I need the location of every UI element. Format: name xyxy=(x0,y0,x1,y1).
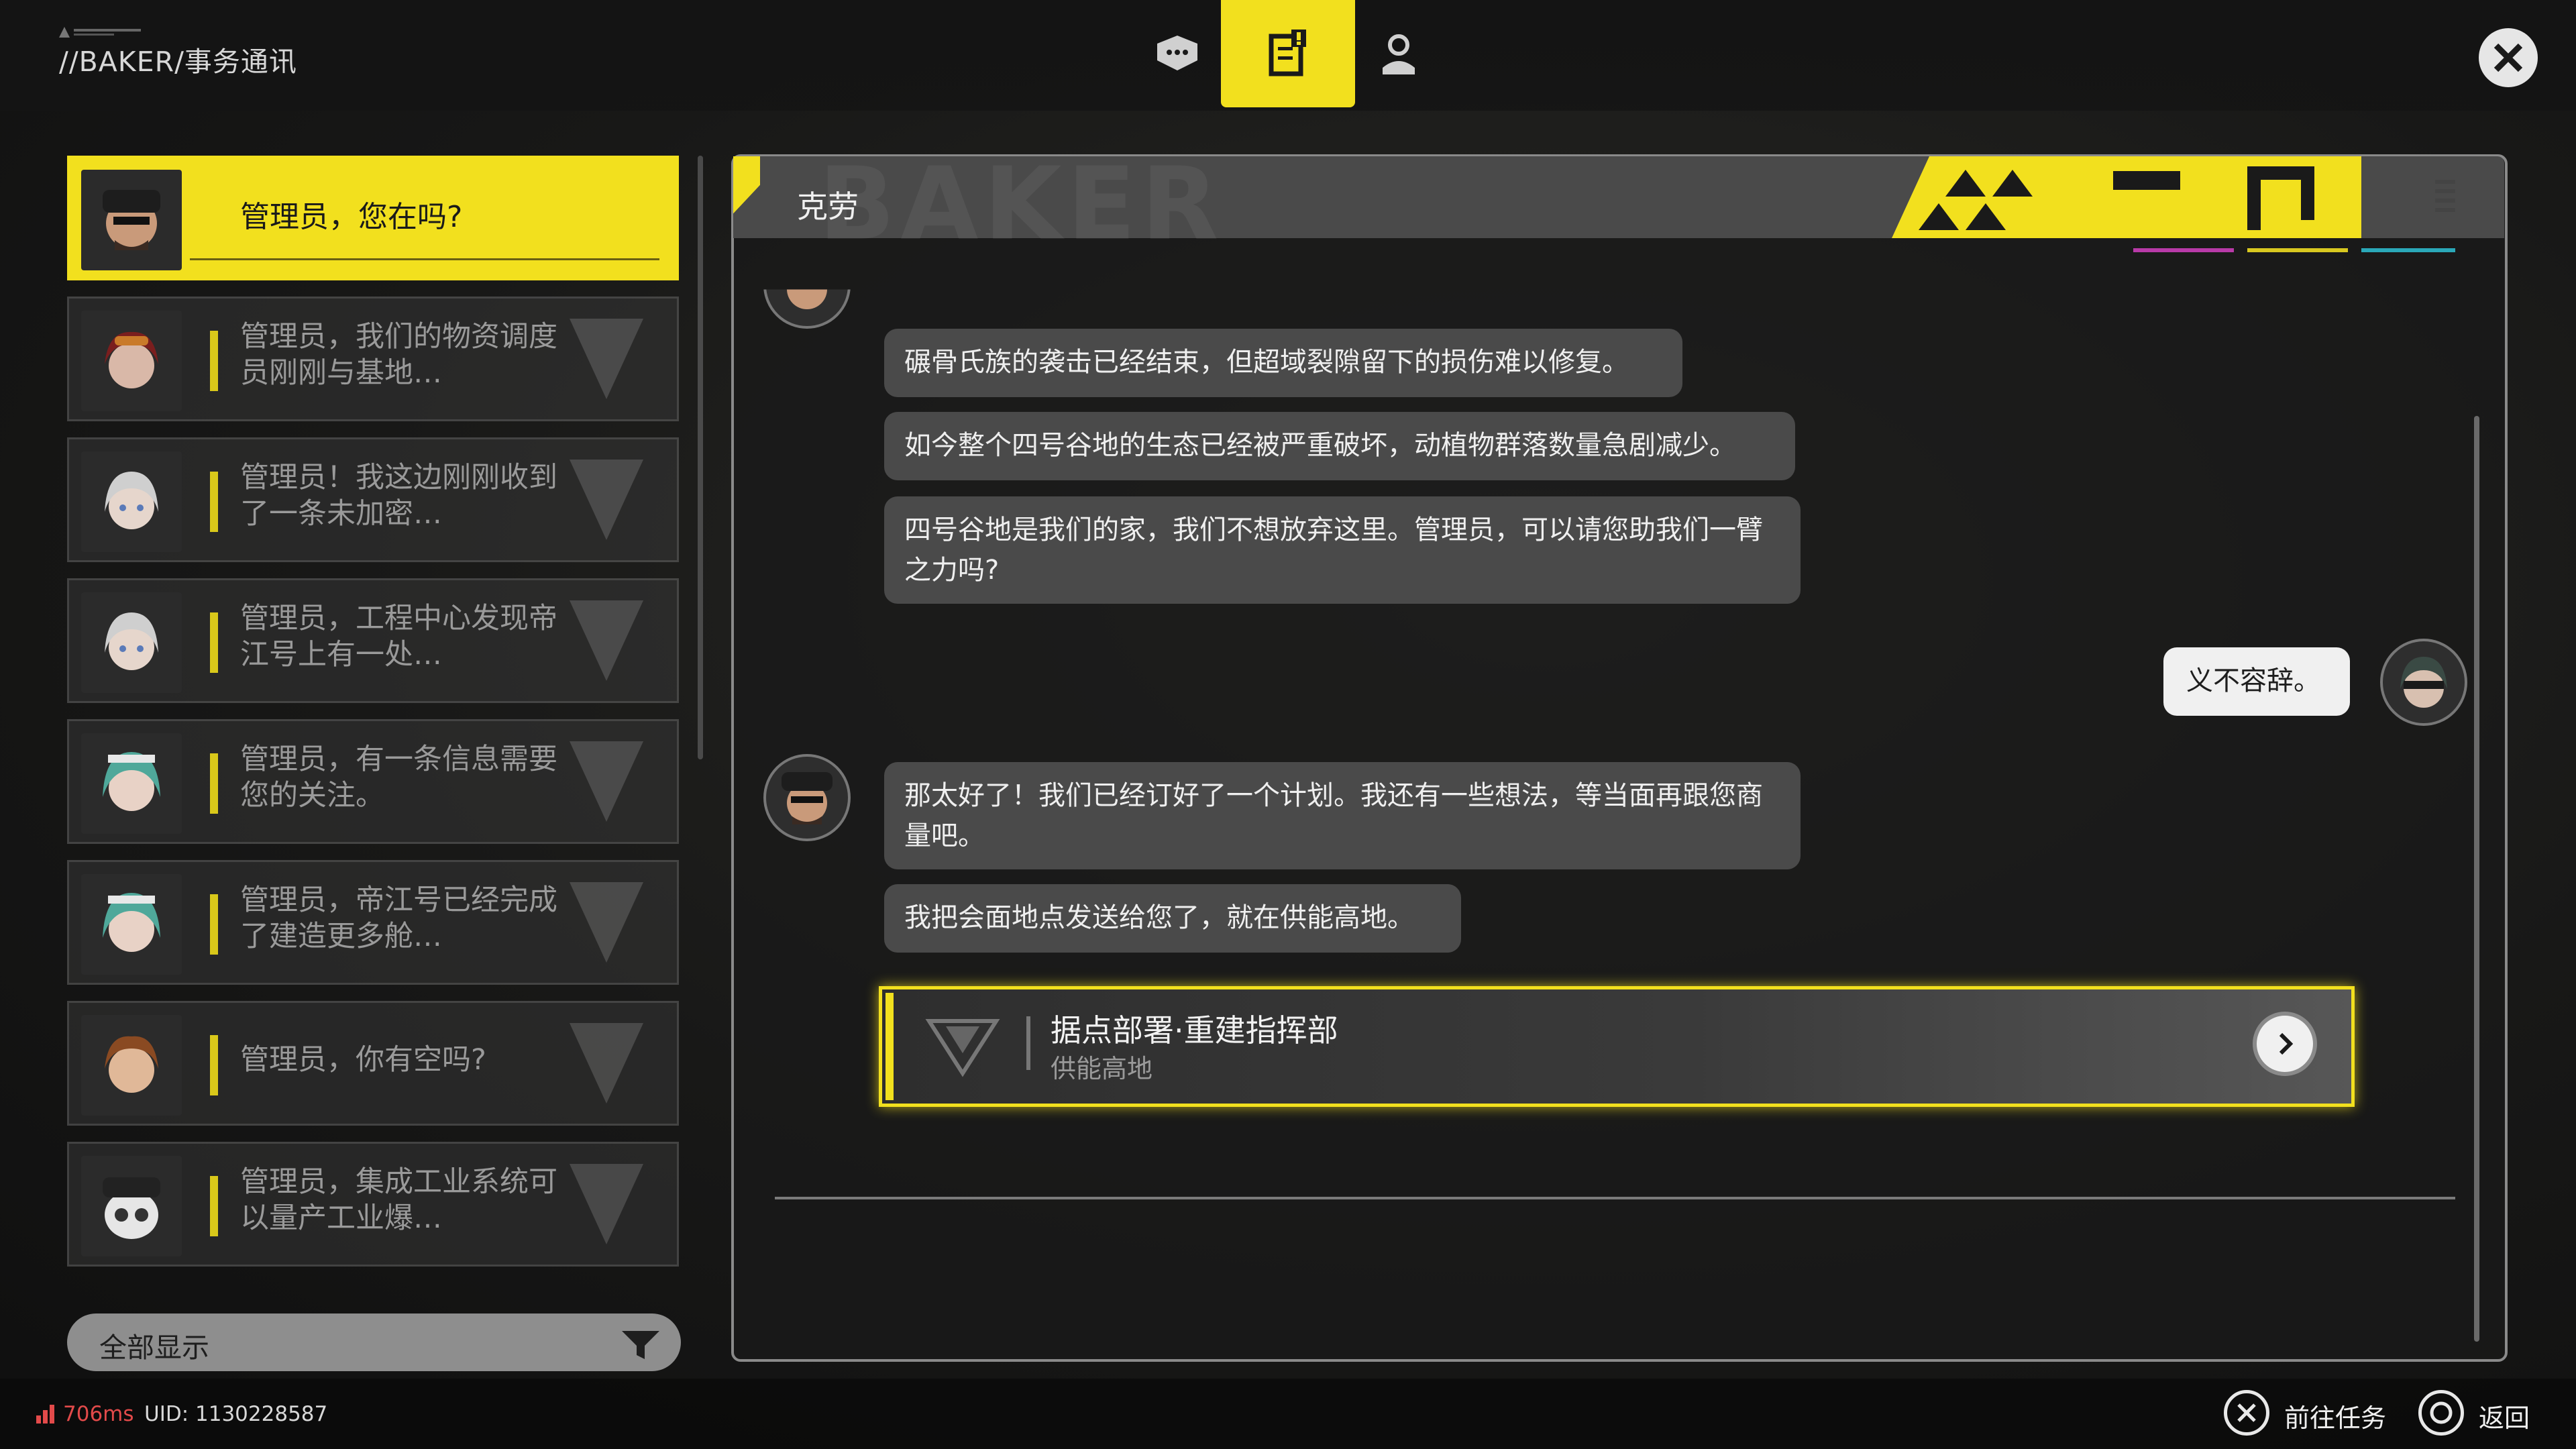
breadcrumb: //BAKER/事务通讯 xyxy=(59,46,297,78)
mission-emblem-icon xyxy=(925,1019,1000,1077)
contact-item[interactable]: 管理员，有一条信息需要您的关注。 xyxy=(67,719,679,844)
header-underline xyxy=(2133,248,2455,252)
chat-message: 四号谷地是我们的家，我们不想放弃这里。管理员，可以请您助我们一臂之力吗? xyxy=(884,496,1801,604)
contact-preview: 管理员，我们的物资调度员刚刚与基地… xyxy=(240,320,557,390)
contact-item[interactable]: 管理员，您在吗? xyxy=(67,156,679,280)
divider xyxy=(1026,1016,1030,1070)
avatar xyxy=(81,592,182,693)
chat-message: 如今整个四号谷地的生态已经被严重破坏，动植物群落数量急剧减少。 xyxy=(884,412,1795,480)
accent-bar xyxy=(210,894,218,955)
header-decoration xyxy=(1892,156,2361,238)
status-bar xyxy=(0,1379,2576,1449)
accent-bar xyxy=(210,472,218,532)
circle-button-icon[interactable] xyxy=(2418,1390,2464,1436)
contact-preview: 管理员，你有空吗? xyxy=(240,1043,486,1077)
chat-message: 碾骨氏族的袭击已经结束，但超域裂隙留下的损伤难以修复。 xyxy=(884,329,1682,397)
mission-title: 据点部署·重建指挥部 xyxy=(1051,1012,1338,1049)
avatar xyxy=(763,754,851,841)
contact-preview: 管理员，有一条信息需要您的关注。 xyxy=(240,743,557,812)
contact-item[interactable]: 管理员，帝江号已经完成了建造更多舱… xyxy=(67,860,679,985)
accent-bar xyxy=(210,1176,218,1236)
close-button[interactable] xyxy=(2479,28,2538,87)
avatar xyxy=(81,311,182,411)
close-icon xyxy=(2493,43,2523,72)
faction-mark-icon xyxy=(570,319,643,399)
go-to-mission-label[interactable]: 前往任务 xyxy=(2284,1397,2386,1434)
contact-list-scrollbar[interactable] xyxy=(698,156,703,759)
menu-icon[interactable] xyxy=(2428,174,2462,221)
chat-message: 那太好了！我们已经订好了一个计划。我还有一些想法，等当面再跟您商量吧。 xyxy=(884,762,1801,869)
contact-preview: 管理员！我这边刚刚收到了一条未加密… xyxy=(240,461,557,531)
avatar xyxy=(81,1156,182,1256)
uid-label: UID: 1130228587 xyxy=(144,1402,328,1426)
contact-item[interactable]: 管理员，工程中心发现帝江号上有一处… xyxy=(67,578,679,703)
task-board-icon xyxy=(1269,30,1306,76)
accent-bar xyxy=(210,1035,218,1095)
mission-go-button[interactable] xyxy=(2253,1012,2317,1076)
faction-mark-icon xyxy=(570,741,643,822)
signal-icon xyxy=(36,1405,54,1424)
mission-card-accent xyxy=(885,993,894,1100)
app-logo xyxy=(59,25,146,38)
cross-button-icon[interactable] xyxy=(2224,1390,2269,1436)
chevron-right-icon xyxy=(2279,1032,2294,1055)
contact-preview: 管理员，集成工业系统可以量产工业爆… xyxy=(240,1165,557,1235)
avatar xyxy=(2380,639,2467,726)
faction-mark-icon xyxy=(570,1023,643,1104)
avatar xyxy=(81,733,182,834)
accent-bar xyxy=(210,753,218,814)
filter-label: 全部显示 xyxy=(99,1332,209,1364)
contact-item[interactable]: 管理员，集成工业系统可以量产工业爆… xyxy=(67,1142,679,1267)
contact-item[interactable]: 管理员！我这边刚刚收到了一条未加密… xyxy=(67,437,679,562)
avatar xyxy=(81,170,182,270)
person-icon xyxy=(1383,34,1415,74)
ping-value: 706ms xyxy=(63,1402,134,1426)
divider xyxy=(190,258,659,260)
chat-divider xyxy=(775,1197,2455,1199)
contact-preview: 管理员，您在吗? xyxy=(240,200,463,234)
tab-contacts[interactable] xyxy=(1332,0,1466,107)
avatar xyxy=(81,1015,182,1116)
avatar xyxy=(81,874,182,975)
mission-location: 供能高地 xyxy=(1051,1054,1153,1083)
contact-item[interactable]: 管理员，你有空吗? xyxy=(67,1001,679,1126)
accent-bar xyxy=(210,331,218,391)
contact-preview: 管理员，帝江号已经完成了建造更多舱… xyxy=(240,883,557,953)
back-label[interactable]: 返回 xyxy=(2479,1397,2530,1434)
header-watermark: BAKER xyxy=(818,146,1224,263)
chat-scrollbar[interactable] xyxy=(2474,416,2479,1342)
faction-mark-icon xyxy=(570,460,643,540)
faction-mark-icon xyxy=(570,600,643,681)
filter-icon[interactable] xyxy=(621,1328,661,1362)
faction-mark-icon xyxy=(570,882,643,963)
chat-contact-name: 克劳 xyxy=(797,189,859,225)
accent-bar xyxy=(210,612,218,673)
chat-bubbles-icon xyxy=(1157,36,1197,70)
chat-message-self: 义不容辞。 xyxy=(2163,647,2350,716)
contact-item[interactable]: 管理员，我们的物资调度员刚刚与基地… xyxy=(67,297,679,421)
avatar xyxy=(81,451,182,552)
contact-preview: 管理员，工程中心发现帝江号上有一处… xyxy=(240,602,557,672)
chat-message: 我把会面地点发送给您了，就在供能高地。 xyxy=(884,884,1461,953)
faction-mark-icon xyxy=(570,1164,643,1244)
